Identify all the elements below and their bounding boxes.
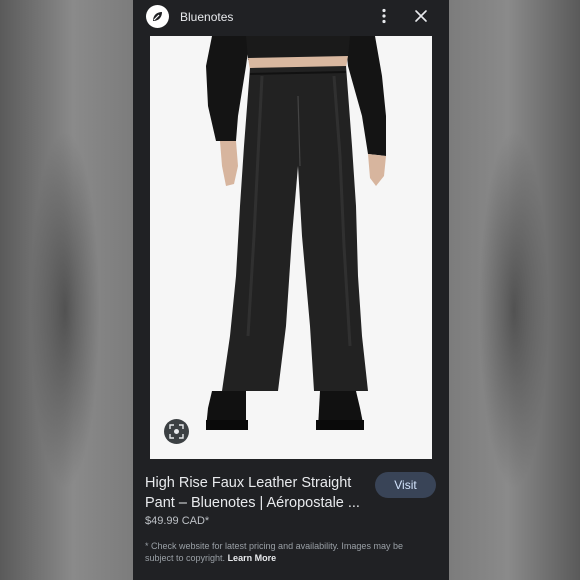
top-bar: Bluenotes <box>133 0 449 34</box>
close-icon[interactable] <box>413 8 429 24</box>
disclaimer-text: * Check website for latest pricing and a… <box>145 540 425 564</box>
site-name[interactable]: Bluenotes <box>180 10 233 24</box>
product-image[interactable] <box>150 36 432 459</box>
lens-icon <box>169 424 184 439</box>
blurred-background-left <box>0 0 133 580</box>
bluenotes-logo-icon[interactable] <box>146 5 169 28</box>
leaf-icon <box>153 12 162 21</box>
product-price: $49.99 CAD* <box>145 515 210 527</box>
product-title[interactable]: High Rise Faux Leather Straight Pant – B… <box>145 473 360 513</box>
visit-button[interactable]: Visit <box>375 472 436 498</box>
image-preview-panel: Bluenotes High Rise Faux Leather Straigh… <box>133 0 449 580</box>
more-vert-icon[interactable] <box>379 8 389 24</box>
learn-more-link[interactable]: Learn More <box>228 553 277 563</box>
blurred-background-right <box>449 0 580 580</box>
pants-photo <box>150 36 432 459</box>
lens-button[interactable] <box>164 419 189 444</box>
